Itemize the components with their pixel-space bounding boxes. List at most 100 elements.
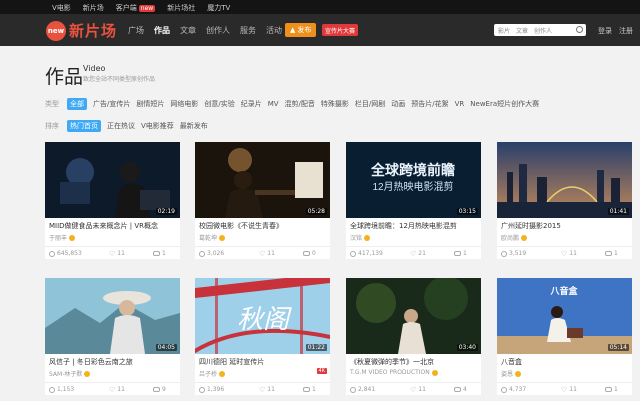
video-author[interactable]: 姿恩 [501, 369, 522, 378]
likes-stat[interactable]: ♡ 11 [410, 386, 426, 393]
top-link-molitv[interactable]: 魔力TV [207, 3, 230, 13]
nav-creators[interactable]: 创作人 [206, 25, 230, 36]
publish-button[interactable]: ▲ 发布 [285, 23, 317, 37]
category-creative[interactable]: 创意/实验 [204, 99, 234, 109]
top-link-vmovie[interactable]: V电影 [52, 3, 71, 13]
video-author[interactable]: SAM-林子默 [49, 369, 91, 378]
video-author[interactable]: 汉铭 [350, 233, 371, 242]
likes-stat[interactable]: ♡ 11 [561, 386, 577, 393]
video-thumbnail[interactable]: 02:19 [45, 142, 180, 218]
search-box[interactable]: 影片 文章 创作人 [494, 24, 586, 36]
video-title[interactable]: 全球跨境前瞻：12月热映电影混剪 [350, 221, 478, 231]
views-stat: 1,396 [199, 386, 224, 393]
video-thumbnail[interactable]: 03:40 [346, 278, 481, 354]
video-thumbnail[interactable]: 01:41 [497, 142, 632, 218]
video-author[interactable]: 吕子桥 [199, 369, 226, 378]
video-title[interactable]: 《秋夏微弹的季节》一北京 [350, 357, 478, 367]
video-card[interactable]: 01:41 广州延时摄影2015 欧尚鹏 3,519 ♡ 11 1 [497, 142, 632, 259]
nav-events[interactable]: 活动 [266, 25, 282, 36]
video-title[interactable]: 风信子 | 冬日彩色云南之旅 [49, 357, 177, 367]
video-stats: 4,737 ♡ 11 1 [497, 382, 632, 395]
category-mv[interactable]: MV [268, 100, 279, 108]
category-web-movie[interactable]: 网络电影 [170, 99, 198, 109]
comments-stat[interactable]: 1 [454, 250, 467, 257]
video-thumbnail[interactable]: 全球跨境前瞻 12月热映电影混剪 03:15 [346, 142, 481, 218]
video-title[interactable]: 校园微电影《不说生青春》 [199, 221, 327, 231]
verified-badge-icon [515, 370, 522, 377]
video-card[interactable]: 八音盒 05:14 八音盒 姿恩 4,737 ♡ 11 1 [497, 278, 632, 395]
video-card[interactable]: 02:19 MIID做健食品未来概念片 | VR概念 于丽丰 645,853 ♡… [45, 142, 180, 259]
nav-services[interactable]: 服务 [240, 25, 256, 36]
top-link-client-label: 客户端 [115, 4, 137, 12]
search-option-creators[interactable]: 创作人 [534, 26, 552, 35]
sort-hot[interactable]: 热门首页 [67, 120, 101, 132]
comments-stat[interactable]: 9 [153, 386, 166, 393]
video-title[interactable]: 广州延时摄影2015 [501, 221, 629, 231]
likes-stat[interactable]: ♡ 11 [561, 250, 577, 257]
video-card[interactable]: 04:05 风信子 | 冬日彩色云南之旅 SAM-林子默 1,153 ♡ 11 9 [45, 278, 180, 395]
likes-stat[interactable]: ♡ 11 [259, 386, 275, 393]
campaign-badge[interactable]: 宣传片大赛 [322, 24, 359, 36]
video-thumbnail[interactable]: 05:28 [195, 142, 330, 218]
comments-stat[interactable]: 1 [605, 250, 618, 257]
comments-stat[interactable]: 1 [605, 386, 618, 393]
video-thumbnail[interactable]: 秋阁 01:22 [195, 278, 330, 354]
comments-stat[interactable]: 4 [454, 386, 467, 393]
category-vr[interactable]: VR [455, 100, 465, 108]
register-link[interactable]: 注册 [619, 26, 633, 36]
video-author[interactable]: T.G.M VIDEO PRODUCTION [350, 369, 438, 376]
sort-discussed[interactable]: 正在热议 [107, 121, 135, 131]
likes-stat[interactable]: ♡ 11 [259, 250, 275, 257]
likes-stat[interactable]: ♡ 11 [109, 250, 125, 257]
comments-stat[interactable]: 0 [303, 250, 316, 257]
video-card[interactable]: 05:28 校园微电影《不说生青春》 葛乾坤 3,026 ♡ 11 0 [195, 142, 330, 259]
video-thumbnail[interactable]: 八音盒 05:14 [497, 278, 632, 354]
sort-newest[interactable]: 最新发布 [180, 121, 208, 131]
sort-recommended[interactable]: V电影推荐 [141, 121, 174, 131]
likes-count: 11 [267, 386, 275, 393]
sort-filter: 排序 热门首页 正在热议 V电影推荐 最新发布 [45, 120, 208, 132]
top-link-xinpianchang[interactable]: 新片场 [83, 3, 104, 13]
views-stat: 645,853 [49, 250, 82, 257]
search-option-articles[interactable]: 文章 [516, 26, 528, 35]
comments-stat[interactable]: 1 [153, 250, 166, 257]
nav-works[interactable]: 作品 [154, 25, 170, 36]
video-card[interactable]: 秋阁 01:22 四川德阳 延时宣传片 吕子桥 4K 1,396 ♡ 11 1 [195, 278, 330, 395]
comments-stat[interactable]: 1 [303, 386, 316, 393]
search-option-films[interactable]: 影片 [498, 26, 510, 35]
category-documentary[interactable]: 纪录片 [241, 99, 262, 109]
likes-stat[interactable]: ♡ 11 [109, 386, 125, 393]
video-title[interactable]: 八音盒 [501, 357, 629, 367]
category-newera[interactable]: NewEra短片创作大赛 [470, 99, 539, 109]
category-trailer[interactable]: 预告片/花絮 [411, 99, 448, 109]
video-card[interactable]: 全球跨境前瞻 12月热映电影混剪 03:15 全球跨境前瞻：12月热映电影混剪 … [346, 142, 481, 259]
category-drama[interactable]: 剧情短片 [136, 99, 164, 109]
likes-stat[interactable]: ♡ 21 [410, 250, 426, 257]
category-all[interactable]: 全部 [67, 98, 87, 110]
video-card[interactable]: 03:40 《秋夏微弹的季节》一北京 T.G.M VIDEO PRODUCTIO… [346, 278, 481, 395]
video-author[interactable]: 于丽丰 [49, 233, 76, 242]
video-author[interactable]: 欧尚鹏 [501, 233, 528, 242]
video-author[interactable]: 葛乾坤 [199, 233, 226, 242]
category-special-photo[interactable]: 特殊摄影 [321, 99, 349, 109]
views-stat: 1,153 [49, 386, 74, 393]
nav-articles[interactable]: 文章 [180, 25, 196, 36]
category-remix[interactable]: 混剪/配音 [285, 99, 315, 109]
category-series[interactable]: 栏目/网剧 [355, 99, 385, 109]
category-ads[interactable]: 广告/宣传片 [93, 99, 130, 109]
login-link[interactable]: 登录 [598, 26, 612, 36]
video-thumbnail[interactable]: 04:05 [45, 278, 180, 354]
video-title[interactable]: MIID做健食品未来概念片 | VR概念 [49, 221, 177, 231]
nav-plaza[interactable]: 广场 [128, 25, 144, 36]
category-animation[interactable]: 动画 [391, 99, 405, 109]
video-title[interactable]: 四川德阳 延时宣传片 [199, 357, 327, 367]
main-header: new 新片场 广场 作品 文章 创作人 服务 活动 ▲ 发布 宣传片大赛 影片… [0, 14, 640, 46]
search-icon[interactable] [576, 26, 583, 33]
author-name: 欧尚鹏 [501, 235, 520, 242]
logo[interactable]: new 新片场 [46, 20, 117, 41]
video-duration: 03:40 [456, 344, 478, 351]
top-link-community[interactable]: 新片场社 [167, 3, 195, 13]
auth-links: 登录 注册 [598, 26, 633, 36]
play-icon [501, 386, 507, 393]
top-link-client[interactable]: 客户端 new [115, 3, 156, 13]
